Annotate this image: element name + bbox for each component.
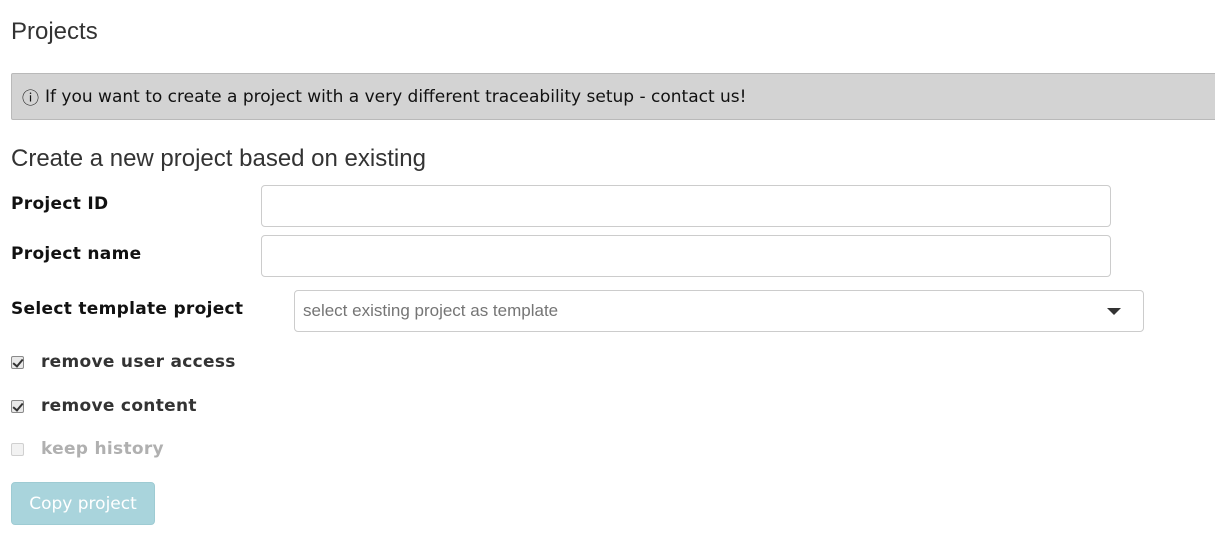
copy-project-button[interactable]: Copy project <box>11 482 155 525</box>
template-project-select[interactable]: select existing project as template <box>294 290 1144 332</box>
remove-content-checkbox[interactable] <box>11 399 24 413</box>
section-title: Create a new project based on existing <box>11 145 426 172</box>
copy-project-page: Projects ⓘ If you want to create a proje… <box>0 0 1215 538</box>
project-name-label: Project name <box>11 244 142 264</box>
keep-history-option: keep history <box>11 439 164 459</box>
project-name-input[interactable] <box>261 235 1111 277</box>
template-project-label: Select template project <box>11 299 244 319</box>
project-id-label: Project ID <box>11 194 109 214</box>
info-banner: ⓘ If you want to create a project with a… <box>11 73 1215 120</box>
remove-user-access-checkbox[interactable] <box>11 355 24 369</box>
keep-history-checkbox <box>11 442 24 456</box>
info-circle-icon: ⓘ <box>22 89 39 109</box>
project-id-input[interactable] <box>261 185 1111 227</box>
template-select-placeholder: select existing project as template <box>303 301 559 320</box>
remove-content-option[interactable]: remove content <box>11 396 197 416</box>
remove-content-label[interactable]: remove content <box>41 396 197 416</box>
caret-down-icon[interactable] <box>1107 308 1121 315</box>
remove-user-access-label[interactable]: remove user access <box>41 352 236 372</box>
page-title: Projects <box>11 18 98 45</box>
remove-user-access-option[interactable]: remove user access <box>11 352 236 372</box>
info-message: If you want to create a project with a v… <box>45 86 747 107</box>
keep-history-label: keep history <box>41 439 164 459</box>
